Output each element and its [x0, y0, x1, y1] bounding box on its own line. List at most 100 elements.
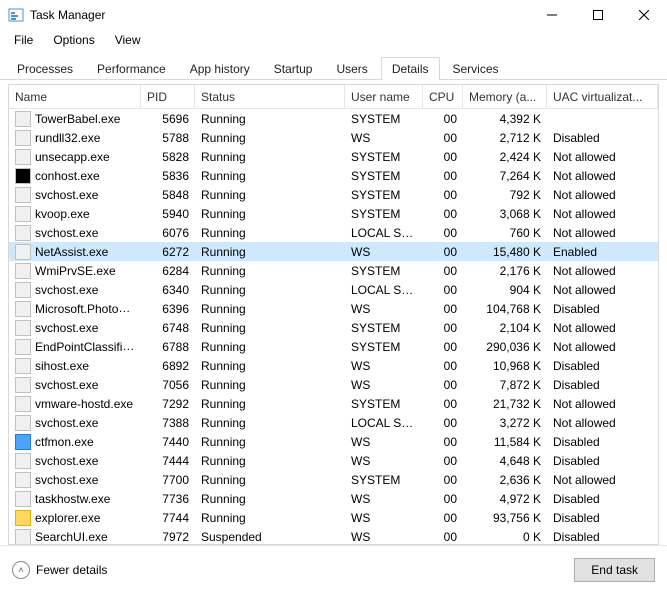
table-row[interactable]: conhost.exe5836RunningSYSTEM007,264 KNot… — [9, 166, 658, 185]
table-row[interactable]: svchost.exe7444RunningWS004,648 KDisable… — [9, 451, 658, 470]
table-row[interactable]: vmware-hostd.exe7292RunningSYSTEM0021,73… — [9, 394, 658, 413]
table-row[interactable]: svchost.exe6340RunningLOCAL SE...00904 K… — [9, 280, 658, 299]
end-task-button[interactable]: End task — [574, 558, 655, 582]
table-row[interactable]: unsecapp.exe5828RunningSYSTEM002,424 KNo… — [9, 147, 658, 166]
col-cpu[interactable]: CPU — [423, 85, 463, 108]
cell-pid: 6892 — [141, 359, 195, 373]
table-row[interactable]: svchost.exe7056RunningWS007,872 KDisable… — [9, 375, 658, 394]
table-row[interactable]: ctfmon.exe7440RunningWS0011,584 KDisable… — [9, 432, 658, 451]
app-icon — [8, 7, 24, 23]
table-row[interactable]: svchost.exe7388RunningLOCAL SE...003,272… — [9, 413, 658, 432]
cell-cpu: 00 — [423, 283, 463, 297]
process-icon — [15, 187, 31, 203]
cell-uac: Disabled — [547, 302, 658, 316]
cell-mem: 792 K — [463, 188, 547, 202]
process-name: svchost.exe — [35, 378, 98, 392]
cell-name: SearchUI.exe — [9, 529, 141, 545]
cell-status: Running — [195, 112, 345, 126]
table-row[interactable]: svchost.exe6748RunningSYSTEM002,104 KNot… — [9, 318, 658, 337]
process-icon — [15, 111, 31, 127]
process-name: svchost.exe — [35, 454, 98, 468]
col-memory[interactable]: Memory (a... — [463, 85, 547, 108]
cell-mem: 3,272 K — [463, 416, 547, 430]
table-row[interactable]: WmiPrvSE.exe6284RunningSYSTEM002,176 KNo… — [9, 261, 658, 280]
cell-pid: 6340 — [141, 283, 195, 297]
table-row[interactable]: explorer.exe7744RunningWS0093,756 KDisab… — [9, 508, 658, 527]
table-row[interactable]: taskhostw.exe7736RunningWS004,972 KDisab… — [9, 489, 658, 508]
process-icon — [15, 491, 31, 507]
cell-cpu: 00 — [423, 492, 463, 506]
table-row[interactable]: sihost.exe6892RunningWS0010,968 KDisable… — [9, 356, 658, 375]
table-row[interactable]: rundll32.exe5788RunningWS002,712 KDisabl… — [9, 128, 658, 147]
cell-uac: Not allowed — [547, 340, 658, 354]
process-icon — [15, 434, 31, 450]
tab-startup[interactable]: Startup — [263, 57, 324, 80]
cell-user: WS — [345, 245, 423, 259]
tab-performance[interactable]: Performance — [86, 57, 177, 80]
cell-mem: 290,036 K — [463, 340, 547, 354]
tab-users[interactable]: Users — [325, 57, 378, 80]
chevron-up-icon: ˄ — [12, 561, 30, 579]
process-icon — [15, 301, 31, 317]
tab-processes[interactable]: Processes — [6, 57, 84, 80]
cell-user: SYSTEM — [345, 188, 423, 202]
cell-user: WS — [345, 435, 423, 449]
cell-user: SYSTEM — [345, 321, 423, 335]
process-icon — [15, 377, 31, 393]
table-row[interactable]: SearchUI.exe7972SuspendedWS000 KDisabled — [9, 527, 658, 544]
cell-name: ctfmon.exe — [9, 434, 141, 450]
cell-uac: Not allowed — [547, 226, 658, 240]
cell-uac: Not allowed — [547, 473, 658, 487]
col-pid[interactable]: PID — [141, 85, 195, 108]
cell-pid: 5940 — [141, 207, 195, 221]
cell-cpu: 00 — [423, 302, 463, 316]
table-row[interactable]: svchost.exe6076RunningLOCAL SE...00760 K… — [9, 223, 658, 242]
cell-status: Running — [195, 207, 345, 221]
close-button[interactable] — [621, 0, 667, 30]
col-uac[interactable]: UAC virtualizat... — [547, 85, 658, 108]
process-name: rundll32.exe — [35, 131, 100, 145]
window-title: Task Manager — [30, 8, 105, 22]
maximize-button[interactable] — [575, 0, 621, 30]
col-name[interactable]: Name — [9, 85, 141, 108]
cell-cpu: 00 — [423, 188, 463, 202]
menu-file[interactable]: File — [6, 31, 41, 49]
cell-uac: Disabled — [547, 454, 658, 468]
cell-status: Running — [195, 359, 345, 373]
cell-mem: 4,392 K — [463, 112, 547, 126]
process-icon — [15, 339, 31, 355]
minimize-button[interactable] — [529, 0, 575, 30]
col-status[interactable]: Status — [195, 85, 345, 108]
table-row[interactable]: NetAssist.exe6272RunningWS0015,480 KEnab… — [9, 242, 658, 261]
cell-status: Running — [195, 302, 345, 316]
cell-pid: 5696 — [141, 112, 195, 126]
cell-uac: Disabled — [547, 492, 658, 506]
table-row[interactable]: EndPointClassifier.exe6788RunningSYSTEM0… — [9, 337, 658, 356]
tab-details[interactable]: Details — [381, 57, 440, 80]
table-row[interactable]: svchost.exe5848RunningSYSTEM00792 KNot a… — [9, 185, 658, 204]
table-row[interactable]: TowerBabel.exe5696RunningSYSTEM004,392 K — [9, 109, 658, 128]
cell-uac: Disabled — [547, 435, 658, 449]
cell-cpu: 00 — [423, 359, 463, 373]
table-row[interactable]: svchost.exe7700RunningSYSTEM002,636 KNot… — [9, 470, 658, 489]
menu-options[interactable]: Options — [45, 31, 102, 49]
cell-name: kvoop.exe — [9, 206, 141, 222]
cell-pid: 6076 — [141, 226, 195, 240]
cell-uac: Disabled — [547, 131, 658, 145]
fewer-details-button[interactable]: ˄ Fewer details — [12, 561, 107, 579]
table-body[interactable]: TowerBabel.exe5696RunningSYSTEM004,392 K… — [9, 109, 658, 544]
tab-app-history[interactable]: App history — [179, 57, 261, 80]
cell-cpu: 00 — [423, 131, 463, 145]
process-icon — [15, 472, 31, 488]
cell-uac: Not allowed — [547, 416, 658, 430]
tab-services[interactable]: Services — [442, 57, 510, 80]
cell-uac: Not allowed — [547, 321, 658, 335]
table-row[interactable]: Microsoft.Photos.exe6396RunningWS00104,7… — [9, 299, 658, 318]
menu-view[interactable]: View — [107, 31, 149, 49]
col-user[interactable]: User name — [345, 85, 423, 108]
table-row[interactable]: kvoop.exe5940RunningSYSTEM003,068 KNot a… — [9, 204, 658, 223]
cell-name: unsecapp.exe — [9, 149, 141, 165]
cell-mem: 7,264 K — [463, 169, 547, 183]
process-icon — [15, 358, 31, 374]
process-icon — [15, 320, 31, 336]
